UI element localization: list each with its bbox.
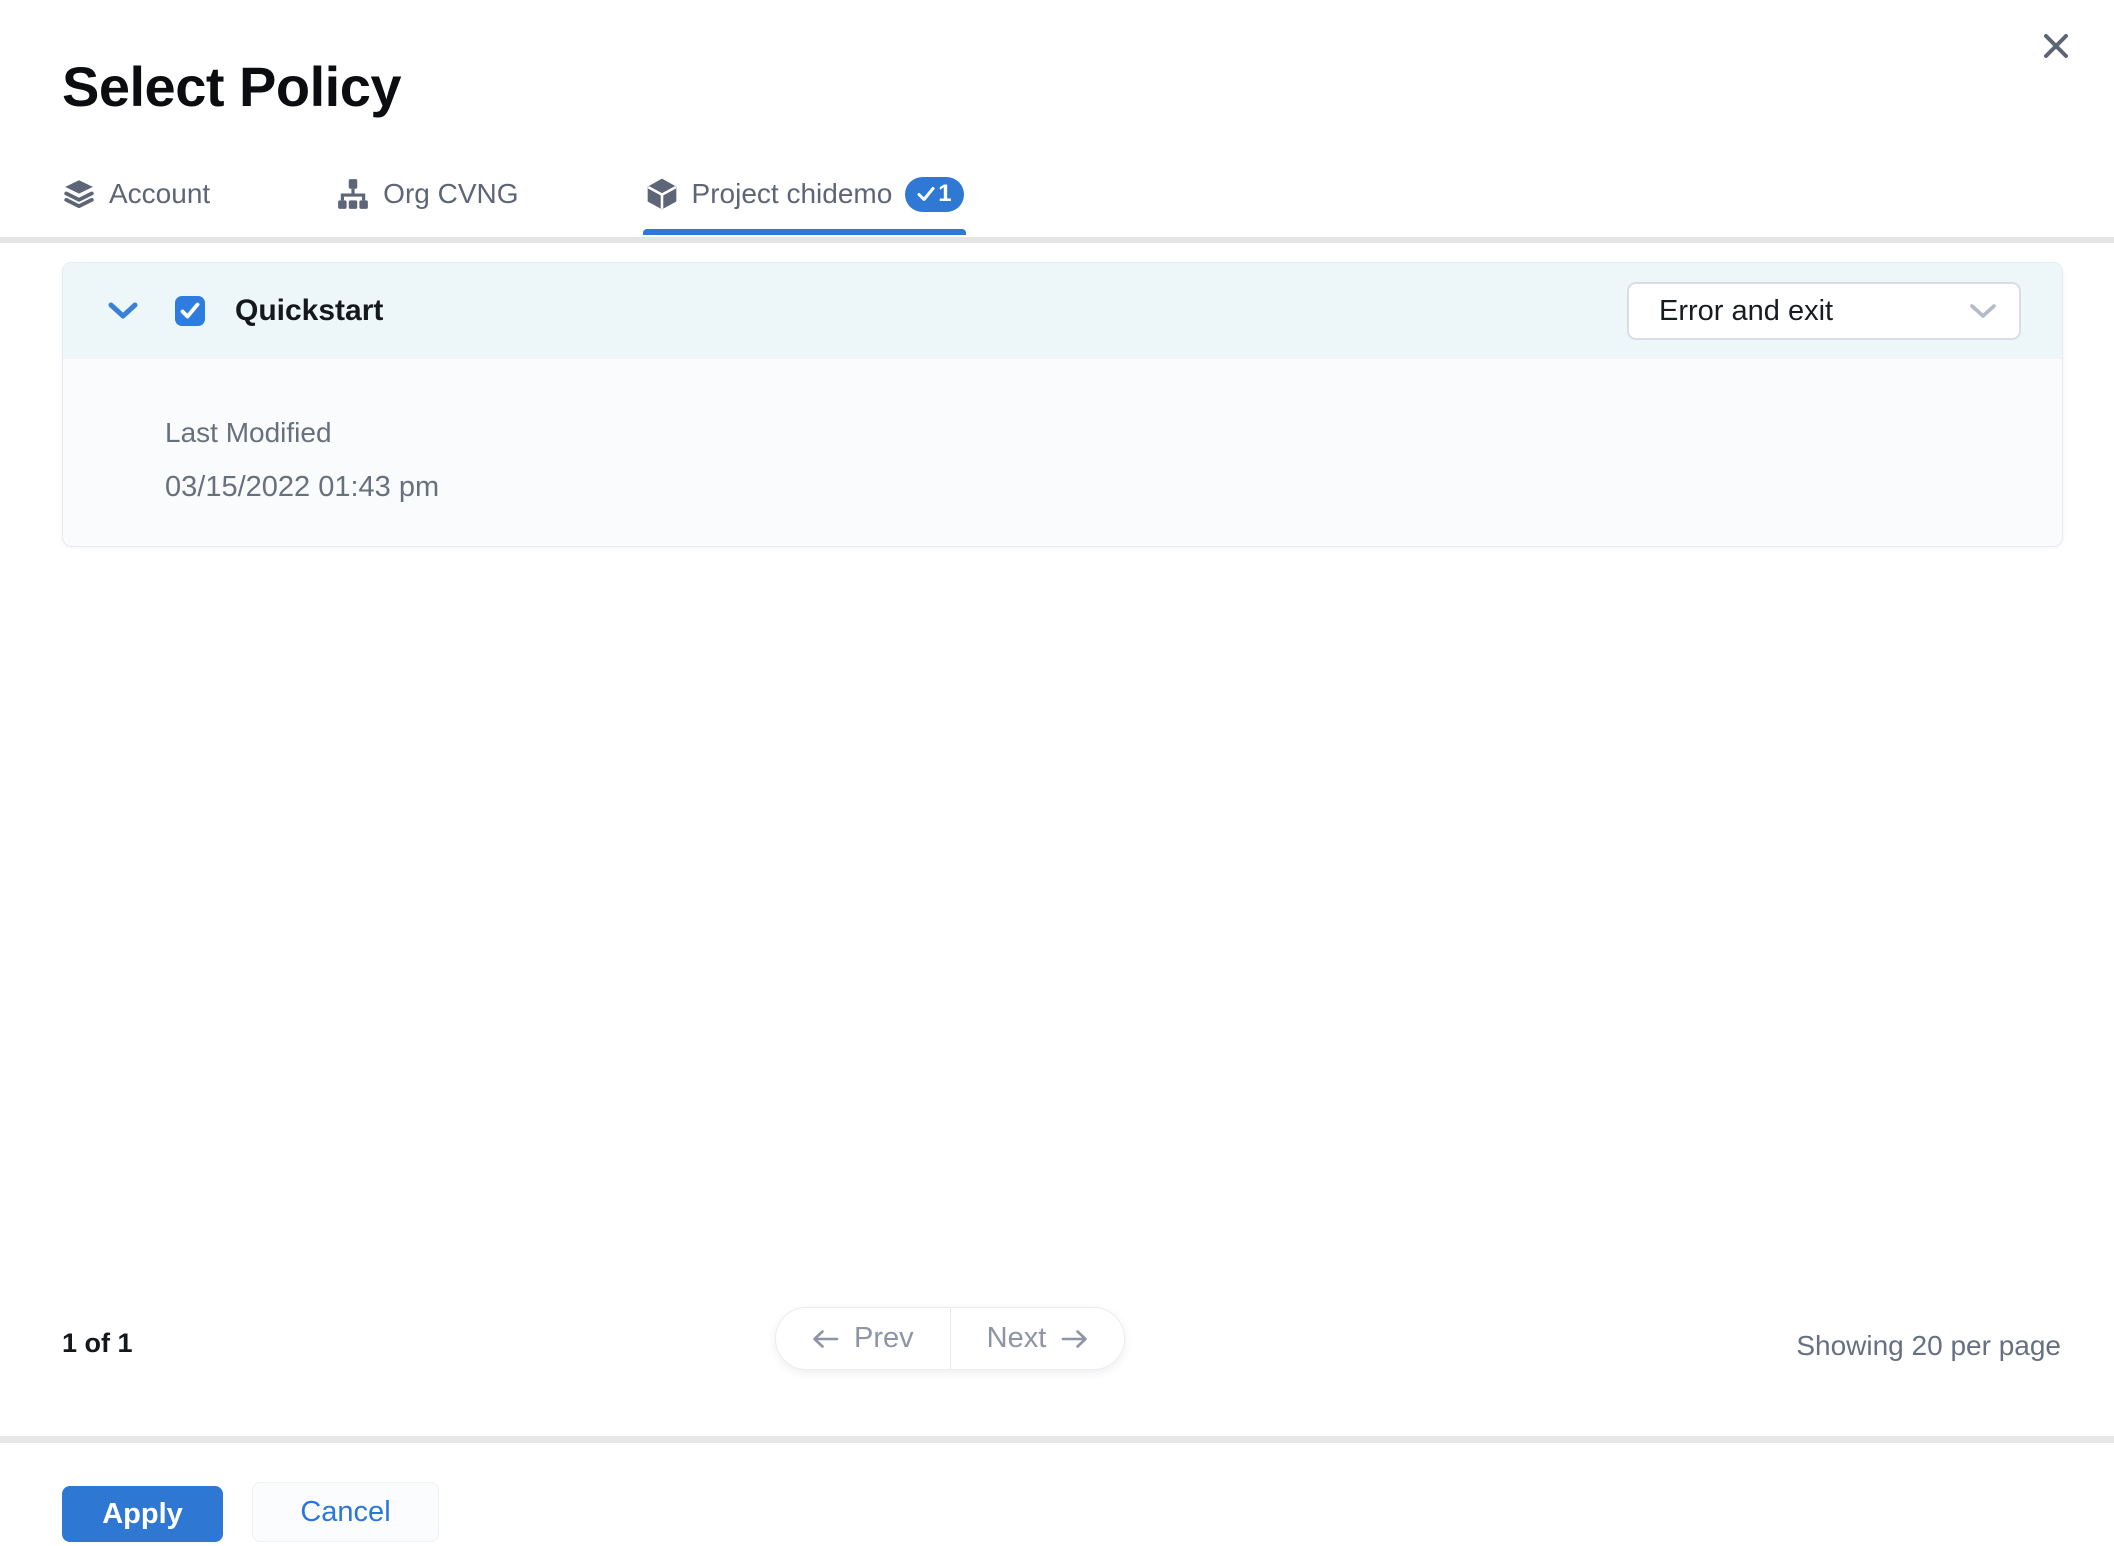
footer-divider xyxy=(0,1436,2114,1443)
scope-tabs: Account Org CVNG Project chidemo 1 xyxy=(62,170,966,235)
apply-button[interactable]: Apply xyxy=(62,1486,223,1542)
check-icon xyxy=(179,301,201,321)
tabs-divider xyxy=(0,237,2114,243)
arrow-left-icon xyxy=(812,1329,839,1349)
tab-org-cvng[interactable]: Org CVNG xyxy=(336,177,519,211)
policy-details: Last Modified 03/15/2022 01:43 pm xyxy=(63,359,2062,504)
page-title: Select Policy xyxy=(62,55,402,118)
policy-action-value: Error and exit xyxy=(1659,294,1834,327)
policy-action-select[interactable]: Error and exit xyxy=(1627,282,2021,340)
policy-row-header[interactable]: Quickstart Error and exit xyxy=(63,263,2062,359)
arrow-right-icon xyxy=(1061,1329,1088,1349)
per-page-label: Showing 20 per page xyxy=(1796,1330,2061,1361)
page-count: 1 of 1 xyxy=(62,1328,133,1358)
next-button[interactable]: Next xyxy=(949,1308,1125,1369)
pager: Prev Next xyxy=(775,1307,1126,1370)
prev-label: Prev xyxy=(854,1322,914,1354)
chevron-down-icon xyxy=(107,301,139,321)
org-tree-icon xyxy=(336,177,370,211)
badge-count: 1 xyxy=(938,180,952,207)
close-button[interactable] xyxy=(2028,18,2084,74)
close-icon xyxy=(2039,29,2073,63)
tab-label: Account xyxy=(109,178,211,209)
tab-project-chidemo[interactable]: Project chidemo 1 xyxy=(642,176,966,235)
collapse-toggle-button[interactable] xyxy=(105,293,141,329)
chevron-down-icon xyxy=(1969,303,1997,319)
next-label: Next xyxy=(986,1322,1047,1354)
policy-checkbox[interactable] xyxy=(175,296,205,326)
check-icon xyxy=(917,186,935,202)
layers-icon xyxy=(62,177,96,211)
last-modified-value: 03/15/2022 01:43 pm xyxy=(165,471,440,503)
policy-name: Quickstart xyxy=(235,294,384,327)
prev-button[interactable]: Prev xyxy=(776,1308,950,1369)
tab-label: Org CVNG xyxy=(383,178,519,209)
selected-count-badge: 1 xyxy=(905,176,964,212)
policy-card: Quickstart Error and exit Last Modified … xyxy=(62,262,2063,547)
tab-label: Project chidemo xyxy=(691,178,893,209)
cancel-button[interactable]: Cancel xyxy=(252,1482,439,1542)
tab-account[interactable]: Account xyxy=(62,177,210,211)
cube-icon xyxy=(645,177,679,211)
last-modified-label: Last Modified xyxy=(165,417,332,448)
